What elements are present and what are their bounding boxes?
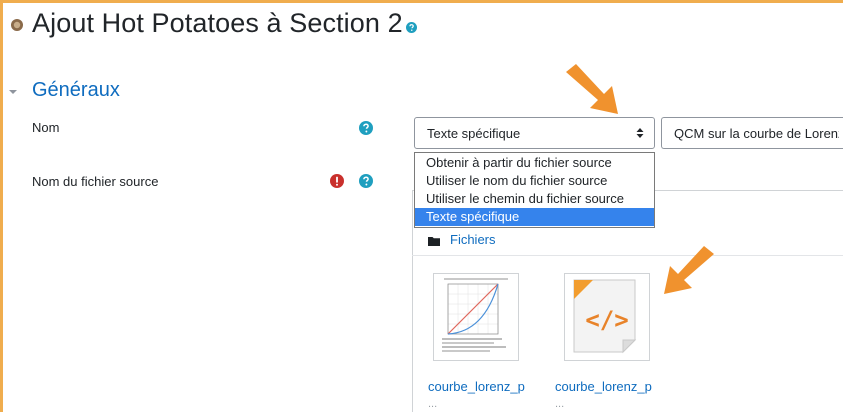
activity-icon xyxy=(11,19,23,31)
nom-label: Nom xyxy=(32,120,60,135)
folder-icon xyxy=(428,237,440,246)
code-file-icon: </> xyxy=(573,279,637,354)
select-option[interactable]: Obtenir à partir du fichier source xyxy=(415,154,654,172)
name-source-select[interactable]: Texte spécifique xyxy=(414,117,655,149)
highlight-frame-left xyxy=(0,0,3,412)
annotation-arrow-icon xyxy=(566,64,618,114)
collapse-chevron-icon[interactable] xyxy=(8,87,18,97)
select-option[interactable]: Utiliser le nom du fichier source xyxy=(415,172,654,190)
svg-text:</>: </> xyxy=(585,306,628,334)
highlight-frame-top xyxy=(0,0,843,3)
select-dropdown-list: Obtenir à partir du fichier source Utili… xyxy=(414,152,655,228)
file-manager-divider xyxy=(412,255,843,256)
select-value: Texte spécifique xyxy=(427,126,521,141)
select-option-selected[interactable]: Texte spécifique xyxy=(415,208,654,226)
name-input[interactable] xyxy=(661,117,843,149)
folder-link[interactable]: Fichiers xyxy=(450,232,496,247)
file-name[interactable]: courbe_lorenz_p xyxy=(428,379,525,394)
file-subtitle: ... xyxy=(428,398,438,410)
file-thumbnail[interactable]: </> xyxy=(564,273,650,361)
help-icon[interactable] xyxy=(359,121,373,135)
annotation-arrow-icon xyxy=(664,246,714,294)
select-updown-icon xyxy=(636,128,644,138)
source-file-label: Nom du fichier source xyxy=(32,174,159,189)
chart-thumbnail-icon xyxy=(434,274,518,360)
file-subtitle: ... xyxy=(555,398,565,410)
page-title-text: Ajout Hot Potatoes à Section 2 xyxy=(32,8,403,38)
file-thumbnail[interactable] xyxy=(433,273,519,361)
required-icon xyxy=(330,174,344,188)
select-option[interactable]: Utiliser le chemin du fichier source xyxy=(415,190,654,208)
page-title: Ajout Hot Potatoes à Section 2 xyxy=(32,8,417,39)
file-name[interactable]: courbe_lorenz_p xyxy=(555,379,652,394)
help-icon[interactable] xyxy=(359,174,373,188)
section-title[interactable]: Généraux xyxy=(32,79,120,102)
help-icon[interactable] xyxy=(405,22,417,33)
